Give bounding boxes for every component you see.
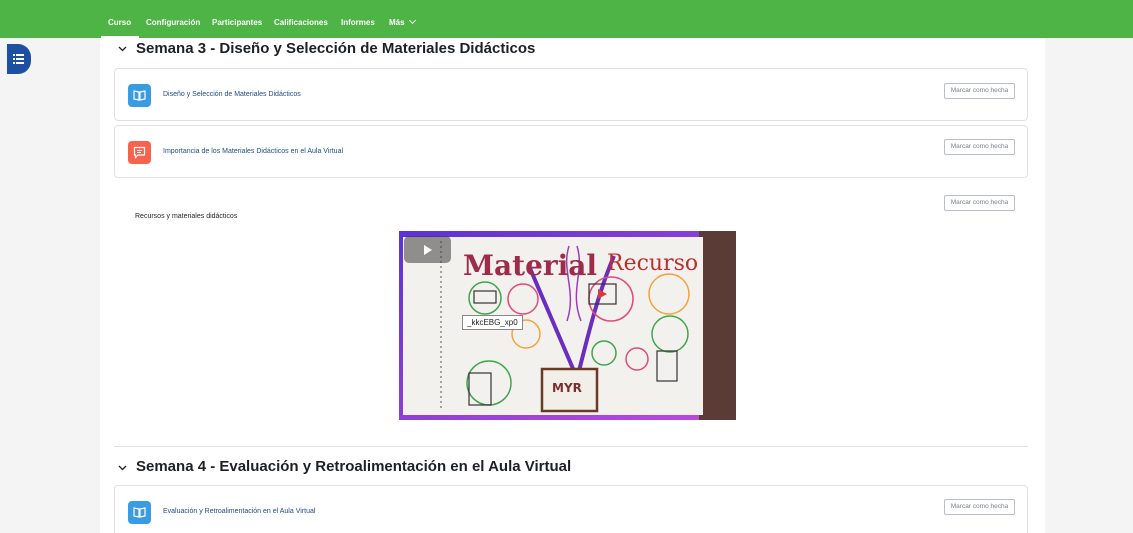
- tab-calificaciones[interactable]: Calificaciones: [274, 18, 328, 28]
- video-word-material: Material: [463, 249, 598, 282]
- tab-informes[interactable]: Informes: [341, 18, 375, 28]
- tab-participantes[interactable]: Participantes: [212, 18, 262, 28]
- section-title-week-3[interactable]: Semana 3 - Diseño y Selección de Materia…: [136, 40, 535, 57]
- chevron-down-icon[interactable]: [118, 44, 127, 55]
- mark-as-done-button[interactable]: Marcar como hecha: [944, 499, 1015, 515]
- forum-icon: [128, 141, 151, 164]
- book-icon: [128, 84, 151, 107]
- section-title-week-4[interactable]: Semana 4 - Evaluación y Retroalimentació…: [136, 458, 571, 475]
- activity-link[interactable]: Evaluación y Retroalimentación en el Aul…: [163, 508, 315, 515]
- embedded-video[interactable]: Material Recurso MYR _kkcEBG_xp0: [399, 231, 736, 420]
- activity-forum-week-3: Importancia de los Materiales Didácticos…: [114, 125, 1028, 178]
- activity-book-week-4: Evaluación y Retroalimentación en el Aul…: [114, 485, 1028, 533]
- course-index-toggle[interactable]: [7, 44, 31, 74]
- play-icon: [424, 245, 432, 255]
- mark-as-done-button[interactable]: Marcar como hecha: [944, 83, 1015, 99]
- tab-curso[interactable]: Curso: [108, 18, 131, 28]
- tab-configuracion[interactable]: Configuración: [146, 18, 200, 28]
- video-word-recurso: Recurso: [607, 251, 699, 276]
- label-text: Recursos y materiales didácticos: [135, 213, 238, 220]
- book-icon: [128, 501, 151, 524]
- video-word-myr: MYR: [552, 381, 582, 395]
- mark-as-done-button[interactable]: Marcar como hecha: [944, 139, 1015, 155]
- activity-book-week-3: Diseño y Selección de Materiales Didácti…: [114, 68, 1028, 121]
- video-tooltip: _kkcEBG_xp0: [462, 315, 523, 330]
- chevron-down-icon: [408, 16, 416, 25]
- play-button[interactable]: [404, 236, 451, 263]
- course-navbar: Curso Configuración Participantes Califi…: [0, 0, 1133, 38]
- tab-mas[interactable]: Más: [389, 16, 416, 28]
- list-icon: [13, 54, 24, 64]
- activity-link[interactable]: Diseño y Selección de Materiales Didácti…: [163, 91, 301, 98]
- chevron-down-icon[interactable]: [118, 463, 127, 474]
- section-divider: [114, 446, 1028, 447]
- mark-as-done-button[interactable]: Marcar como hecha: [944, 195, 1015, 211]
- activity-link[interactable]: Importancia de los Materiales Didácticos…: [163, 148, 343, 155]
- tab-mas-label: Más: [389, 18, 405, 27]
